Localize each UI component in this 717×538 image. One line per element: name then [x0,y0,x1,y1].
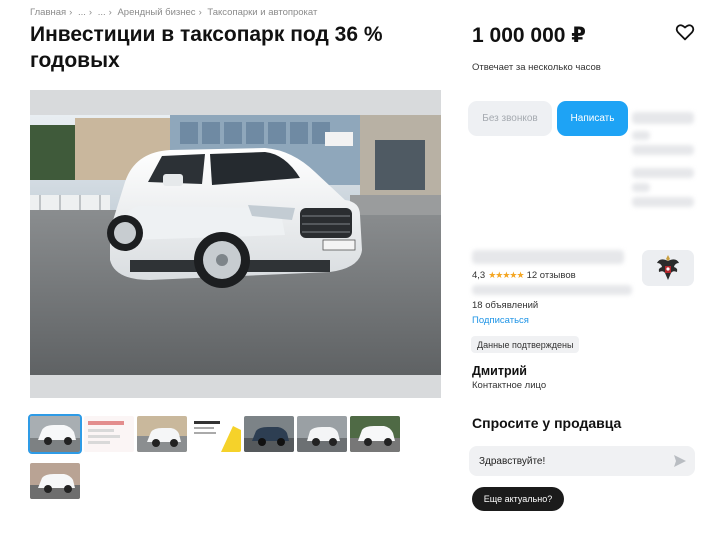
still-actual-button[interactable]: Еще актуально? [472,487,564,511]
thumbnail-7[interactable] [350,416,400,452]
breadcrumb: Главная › ... › ... › Арендный бизнес › Такс… [30,7,320,18]
blurred-block [632,197,694,207]
breadcrumb-separator: › [198,7,202,18]
thumbnail-8[interactable] [30,463,80,499]
breadcrumb-item-rental-business[interactable]: Арендный бизнес [117,7,195,18]
price: 1 000 000 ₽ [472,24,586,47]
car-photo-illustration [30,90,441,398]
blurred-block [632,112,694,124]
thumbnail-2[interactable] [84,416,134,452]
breadcrumb-separator: › [88,7,93,18]
write-button[interactable]: Написать [557,101,628,136]
seller-avatar[interactable] [642,250,694,286]
breadcrumb-separator: › [69,7,73,18]
thumbnail-5[interactable] [244,416,294,452]
contact-role: Контактное лицо [472,380,547,391]
ask-seller-title: Спросите у продавца [472,415,622,431]
blurred-block [632,145,694,155]
subscribe-link[interactable]: Подписаться [472,315,529,326]
thumbnail-1[interactable] [28,414,82,454]
breadcrumb-item-2[interactable]: ... [78,7,86,18]
thumbnail-4[interactable] [191,416,241,452]
breadcrumb-item-3[interactable]: ... [98,7,106,18]
breadcrumb-item-home[interactable]: Главная [30,7,66,18]
ads-count[interactable]: 18 объявлений [472,300,538,311]
blurred-block [632,168,694,178]
thumbnail-6[interactable] [297,416,347,452]
reviews-count: 12 отзывов [526,270,576,281]
breadcrumb-item-taxi[interactable]: Таксопарки и автопрокат [207,7,317,18]
double-eagle-emblem-icon [657,255,679,280]
blurred-block [632,131,650,140]
reply-time: Отвечает за несколько часов [472,62,601,73]
rating-value: 4,3 [472,270,486,281]
send-arrow-icon[interactable] [673,454,687,468]
blurred-block [472,285,632,295]
heart-outline-icon[interactable] [675,23,695,41]
blurred-seller-name [472,250,624,264]
seller-rating[interactable]: 4,3 ★★★★★ 12 отзывов [472,270,576,281]
star-rating-icon: ★★★★★ [488,270,524,280]
message-input[interactable] [469,446,695,476]
main-photo[interactable] [30,90,441,398]
blurred-block [632,183,650,192]
thumbnail-3[interactable] [137,416,187,452]
listing-title: Инвестиции в таксопарк под 36 % годовых [30,23,383,72]
verified-badge: Данные подтверждены [471,336,580,353]
contact-name: Дмитрий [472,364,527,378]
breadcrumb-separator: › [108,7,112,18]
no-calls-button[interactable]: Без звонков [468,101,552,136]
